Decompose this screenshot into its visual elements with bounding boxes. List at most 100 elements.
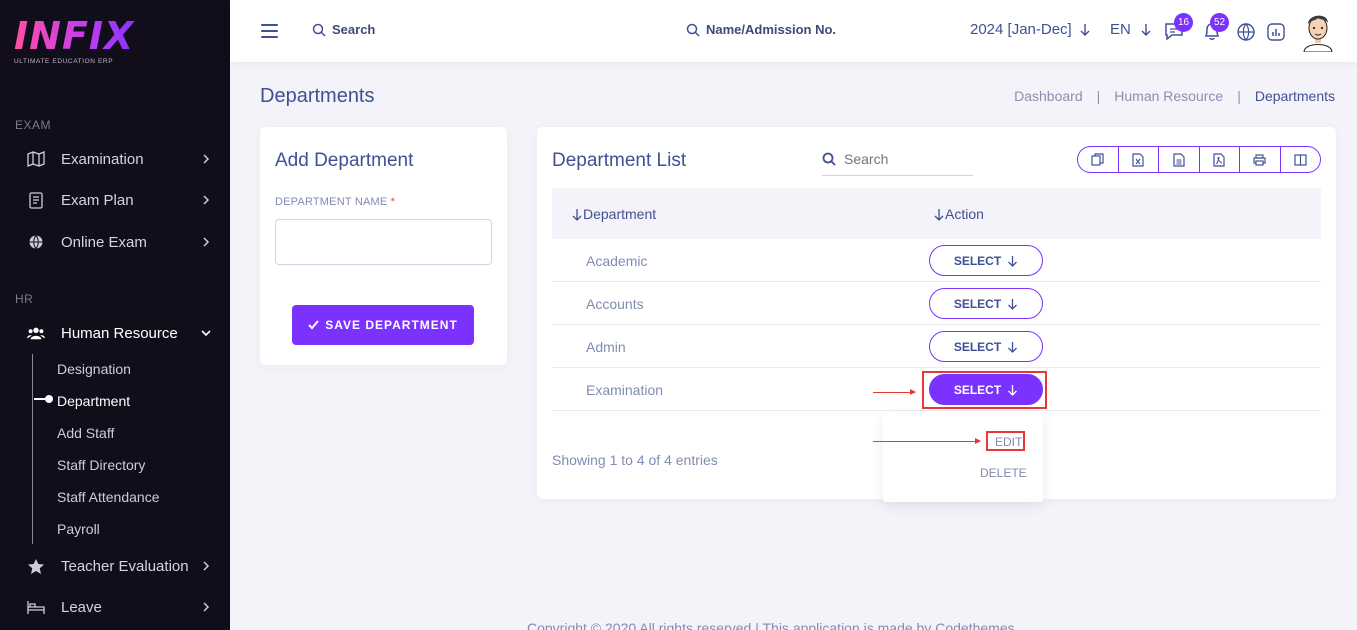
sidebar-item-label: Teacher Evaluation — [61, 557, 189, 575]
select-action-label: SELECT — [953, 296, 1002, 311]
submenu-item-department[interactable]: Department — [57, 393, 130, 409]
columns-icon — [1294, 153, 1307, 166]
csv-button[interactable] — [1159, 147, 1200, 172]
global-search[interactable]: Search — [312, 22, 375, 37]
logo[interactable]: INFIX ULTIMATE EDUCATION ERP — [14, 16, 144, 68]
copy-icon — [1091, 153, 1104, 166]
department-name-input[interactable] — [275, 219, 492, 265]
select-highlight-box — [922, 371, 1047, 409]
sidebar-item-examination[interactable]: Examination — [0, 142, 230, 176]
column-header-label: Department — [583, 206, 657, 222]
print-button[interactable] — [1240, 147, 1281, 172]
table-search[interactable] — [822, 143, 973, 176]
excel-button[interactable] — [1119, 147, 1159, 172]
chevron-right-icon — [203, 195, 210, 205]
submenu-item-add-staff[interactable]: Add Staff — [57, 425, 114, 441]
messages-badge: 16 — [1174, 13, 1193, 32]
user-avatar[interactable] — [1302, 10, 1334, 53]
excel-icon — [1132, 152, 1144, 167]
sidebar-item-teacher-evaluation[interactable]: Teacher Evaluation — [0, 549, 230, 583]
sidebar-item-label: Online Exam — [61, 233, 147, 251]
breadcrumb-dashboard[interactable]: Dashboard — [1014, 88, 1083, 104]
sidebar-item-label: Examination — [61, 150, 144, 168]
academic-year-select[interactable]: 2024 [Jan-Dec] — [970, 21, 1092, 38]
sidebar: INFIX ULTIMATE EDUCATION ERP EXAM Examin… — [0, 0, 230, 630]
table-search-input[interactable] — [844, 151, 964, 167]
required-mark: * — [390, 196, 396, 208]
breadcrumb-human-resource[interactable]: Human Resource — [1114, 88, 1223, 104]
column-header-label: Action — [945, 206, 984, 222]
save-department-label: SAVE DEPARTMENT — [325, 318, 458, 332]
annotation-arrow-select — [873, 389, 916, 395]
reports-button[interactable] — [1265, 20, 1287, 42]
arrow-down-icon — [1008, 255, 1018, 267]
select-action-button[interactable]: SELECT — [929, 331, 1043, 362]
messages-button[interactable]: 16 — [1163, 13, 1193, 42]
search-icon — [312, 23, 326, 37]
topbar: Search Name/Admission No. 2024 [Jan-Dec]… — [230, 0, 1357, 62]
active-indicator — [34, 395, 53, 403]
notifications-badge: 52 — [1210, 13, 1229, 32]
breadcrumb-separator: | — [1237, 88, 1241, 104]
dropdown-delete[interactable]: DELETE — [980, 466, 1027, 480]
document-icon — [27, 191, 45, 209]
sidebar-item-label: Leave — [61, 598, 102, 616]
submenu-item-payroll[interactable]: Payroll — [57, 521, 100, 537]
chart-icon — [1267, 23, 1285, 41]
table-header: Department Action — [552, 188, 1321, 239]
department-name-cell: Examination — [586, 382, 664, 398]
column-header-department[interactable]: Department — [571, 206, 656, 222]
department-list-title: Department List — [552, 150, 687, 171]
print-icon — [1253, 153, 1266, 166]
submenu-item-designation[interactable]: Designation — [57, 361, 131, 377]
chevron-right-icon — [203, 237, 210, 247]
star-icon — [27, 557, 45, 575]
submenu-item-staff-attendance[interactable]: Staff Attendance — [57, 489, 160, 505]
admission-search[interactable]: Name/Admission No. — [686, 22, 836, 37]
global-search-label: Search — [332, 22, 376, 37]
map-icon — [27, 150, 45, 168]
sidebar-item-leave[interactable]: Leave — [0, 590, 230, 624]
department-name-cell: Accounts — [586, 296, 644, 312]
column-header-action[interactable]: Action — [933, 206, 984, 222]
table-row: Admin SELECT — [552, 325, 1321, 368]
arrow-down-icon — [1141, 23, 1151, 36]
pdf-button[interactable] — [1200, 147, 1240, 172]
annotation-arrow-edit — [873, 438, 981, 444]
copy-button[interactable] — [1078, 147, 1119, 172]
arrow-down-icon — [1080, 23, 1090, 36]
table-row: Accounts SELECT — [552, 282, 1321, 325]
select-action-button[interactable]: SELECT — [929, 288, 1043, 319]
sidebar-item-human-resource[interactable]: Human Resource — [0, 316, 230, 350]
columns-button[interactable] — [1281, 147, 1321, 172]
logo-text: INFIX — [14, 16, 144, 56]
footer-copyright: Copyright © 2020 All rights reserved | T… — [527, 620, 1015, 630]
select-action-label: SELECT — [953, 253, 1002, 268]
select-action-button[interactable]: SELECT — [929, 245, 1043, 276]
language-value: EN — [1110, 21, 1131, 38]
add-department-title: Add Department — [275, 150, 414, 171]
csv-icon — [1173, 152, 1185, 167]
sidebar-item-label: Exam Plan — [61, 191, 134, 209]
language-select[interactable]: EN — [1110, 21, 1153, 38]
menu-toggle-icon[interactable] — [261, 24, 278, 38]
arrow-down-icon — [1008, 341, 1018, 353]
sidebar-item-online-exam[interactable]: Online Exam — [0, 225, 230, 259]
bed-icon — [27, 598, 45, 616]
department-name-label: DEPARTMENT NAME * — [275, 196, 395, 208]
sidebar-item-exam-plan[interactable]: Exam Plan — [0, 183, 230, 217]
select-action-label: SELECT — [953, 339, 1002, 354]
submenu-item-staff-directory[interactable]: Staff Directory — [57, 457, 145, 473]
save-department-button[interactable]: SAVE DEPARTMENT — [292, 305, 474, 345]
department-name-label-text: DEPARTMENT NAME — [275, 196, 388, 208]
language-globe-button[interactable] — [1235, 20, 1257, 42]
search-icon — [686, 23, 700, 37]
table-row: Academic SELECT — [552, 239, 1321, 282]
breadcrumb-departments[interactable]: Departments — [1255, 88, 1335, 104]
department-name-cell: Admin — [586, 339, 626, 355]
logo-tagline: ULTIMATE EDUCATION ERP — [14, 58, 114, 65]
notifications-button[interactable]: 52 — [1201, 13, 1229, 42]
globe-icon — [1237, 23, 1255, 41]
globe-icon — [27, 233, 45, 251]
check-icon — [308, 320, 319, 330]
